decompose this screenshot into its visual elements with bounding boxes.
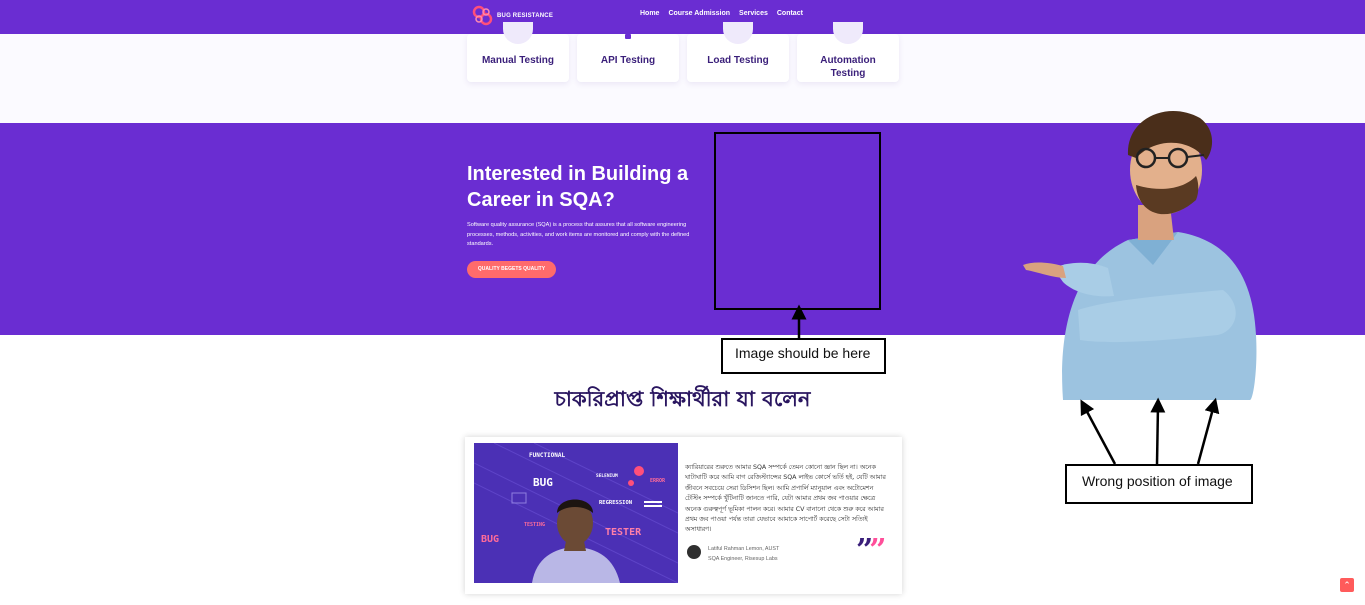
image-tag-functional: FUNCTIONAL	[529, 452, 566, 459]
image-tag-testing: TESTING	[524, 522, 546, 528]
nav-services[interactable]: Services	[739, 10, 768, 17]
main-nav: Home Course Admission Services Contact	[640, 10, 803, 17]
nav-contact[interactable]: Contact	[777, 10, 803, 17]
quality-button[interactable]: QUALITY BEGETS QUALITY	[467, 261, 556, 278]
testimonial-card: FUNCTIONAL BUG SELENIUM ERROR REGRESSION…	[465, 437, 902, 594]
card-icon-circle	[833, 22, 863, 44]
double-chevron-up-icon: ⌃	[1343, 580, 1351, 590]
card-automation-testing[interactable]: Automation Testing	[797, 22, 899, 82]
image-tag-bug-2: BUG	[481, 534, 500, 545]
image-tag-regression: REGRESSION	[599, 500, 633, 506]
image-tag-selenium: SELENIUM	[596, 474, 618, 479]
hero-title: Interested in Building a Career in SQA?	[467, 163, 689, 211]
api-icon	[625, 34, 631, 39]
scroll-to-top-button[interactable]: ⌃	[1340, 578, 1354, 592]
nav-course-admission[interactable]: Course Admission	[668, 10, 730, 17]
author-role: SQA Engineer, Risesup Labs	[708, 556, 778, 562]
testimonial-author: Latiful Rahman Lemon, AUST SQA Engineer,…	[708, 544, 779, 564]
brand-name: BUG RESISTANCE	[497, 12, 554, 19]
image-tag-bug: BUG	[533, 476, 553, 489]
card-label: Automation Testing	[820, 55, 876, 79]
nav-home[interactable]: Home	[640, 10, 659, 17]
quote-mark-icon: ””	[856, 533, 887, 568]
card-label: Load Testing	[707, 55, 769, 66]
card-icon-circle	[503, 22, 533, 44]
author-avatar	[687, 545, 701, 559]
note-wrong-position: Wrong position of image	[1065, 464, 1253, 504]
logo-icon	[472, 5, 493, 26]
man-pointing-illustration	[1023, 110, 1257, 400]
hero-description: Software quality assurance (SQA) is a pr…	[467, 222, 690, 247]
image-tag-tester: TESTER	[605, 527, 642, 538]
testimonials-title: চাকরিপ্রাপ্ত শিক্ষার্থীরা যা বলেন	[554, 387, 811, 411]
image-placeholder-box	[714, 132, 881, 310]
page: BUG RESISTANCE Home Course Admission Ser…	[0, 0, 1365, 605]
navbar: BUG RESISTANCE Home Course Admission Ser…	[0, 0, 1365, 34]
testimonial-image: FUNCTIONAL BUG SELENIUM ERROR REGRESSION…	[474, 443, 678, 583]
card-label: API Testing	[600, 55, 656, 66]
note-image-should-be-here: Image should be here	[721, 338, 886, 374]
testimonial-quote: ক্যারিয়ারের শুরুতে আমার SQA সম্পর্কে তে…	[685, 464, 886, 534]
card-load-testing[interactable]: Load Testing	[687, 22, 789, 82]
card-manual-testing[interactable]: Manual Testing	[467, 22, 569, 82]
author-name: Latiful Rahman Lemon, AUST	[708, 546, 780, 552]
card-api-testing[interactable]: API Testing	[577, 34, 679, 82]
card-icon-circle	[723, 22, 753, 44]
card-label: Manual Testing	[481, 55, 555, 66]
testimonial-image-background	[474, 443, 678, 583]
card-icon-circle	[613, 22, 643, 44]
image-tag-error: ERROR	[650, 478, 666, 484]
